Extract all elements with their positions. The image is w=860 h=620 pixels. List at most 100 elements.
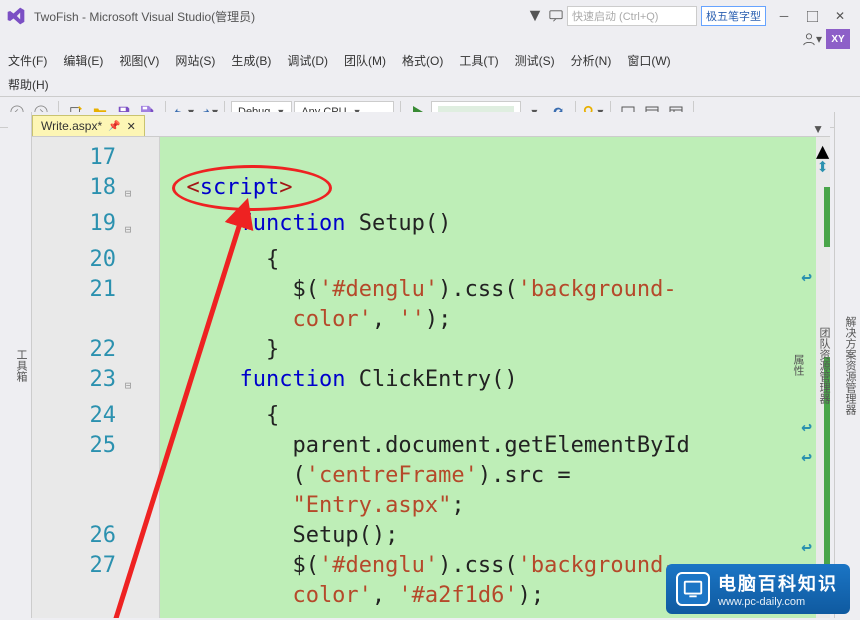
code-line[interactable]: 26 Setup(); (32, 521, 816, 551)
menu-file[interactable]: 文件(F) (8, 52, 47, 69)
fold-icon[interactable] (122, 335, 134, 341)
menu-tools[interactable]: 工具(T) (459, 52, 498, 69)
scroll-up-icon[interactable]: ▲ (816, 139, 828, 151)
code-text[interactable]: parent.document.getElementById (160, 431, 816, 461)
menu-bar: 文件(F) 编辑(E) 视图(V) 网站(S) 生成(B) 调试(D) 团队(M… (0, 48, 860, 72)
menu-edit[interactable]: 编辑(E) (63, 52, 103, 69)
close-button[interactable]: ✕ (827, 7, 853, 25)
code-text[interactable]: <script> (160, 173, 816, 203)
fold-icon[interactable]: ⊟ (122, 173, 134, 209)
line-number: 21 (32, 275, 122, 305)
watermark-url: www.pc-daily.com (718, 596, 838, 608)
document-tab-active[interactable]: Write.aspx* 📌 ✕ (32, 115, 145, 136)
code-line[interactable]: 25 parent.document.getElementById (32, 431, 816, 461)
menu-debug[interactable]: 调试(D) (287, 52, 328, 69)
visual-studio-icon (6, 6, 26, 26)
team-explorer-tab[interactable]: 团队资源管理器 (816, 327, 832, 404)
code-line[interactable]: ('centreFrame').src = (32, 461, 816, 491)
user-badge[interactable]: XY (826, 29, 850, 49)
fold-icon[interactable] (122, 431, 134, 437)
code-line[interactable]: color', ''); (32, 305, 816, 335)
code-line[interactable]: 19⊟ function Setup() (32, 209, 816, 245)
line-number: 20 (32, 245, 122, 275)
code-text[interactable]: ('centreFrame').src = (160, 461, 816, 491)
menu-view[interactable]: 视图(V) (119, 52, 159, 69)
menu-bar-row2: 帮助(H) (0, 72, 860, 96)
watermark-title: 电脑百科知识 (718, 570, 838, 596)
line-number: 23 (32, 365, 122, 395)
right-dock: 解决方案资源管理器 团队资源管理器 属性 (834, 112, 860, 618)
fold-icon[interactable] (122, 461, 134, 467)
line-number: 25 (32, 431, 122, 461)
line-number: 19 (32, 209, 122, 239)
menu-format[interactable]: 格式(O) (402, 52, 443, 69)
fold-icon[interactable] (122, 245, 134, 251)
line-number: 22 (32, 335, 122, 365)
solution-explorer-tab[interactable]: 解决方案资源管理器 (842, 316, 858, 415)
wrap-glyph-icon: ↩ (801, 417, 812, 438)
line-number: 17 (32, 143, 122, 173)
line-number: 18 (32, 173, 122, 203)
fold-icon[interactable] (122, 305, 134, 311)
maximize-button[interactable] (799, 7, 825, 25)
pin-icon[interactable]: 📌 (108, 121, 120, 132)
title-bar: TwoFish - Microsoft Visual Studio(管理员) 快… (0, 0, 860, 30)
fold-icon[interactable] (122, 491, 134, 497)
menu-test[interactable]: 测试(S) (515, 52, 555, 69)
code-text[interactable]: { (160, 245, 816, 275)
fold-icon[interactable]: ⊟ (122, 209, 134, 245)
close-tab-icon[interactable]: ✕ (127, 120, 136, 133)
fold-icon[interactable]: ⊟ (122, 365, 134, 401)
fold-icon[interactable] (122, 581, 134, 587)
line-number: 24 (32, 401, 122, 431)
menu-team[interactable]: 团队(M) (344, 52, 386, 69)
line-number: 26 (32, 521, 122, 551)
properties-tab[interactable]: 属性 (790, 354, 806, 376)
code-line[interactable]: 21 $('#denglu').css('background- (32, 275, 816, 305)
quick-launch-input[interactable]: 快速启动 (Ctrl+Q) (567, 6, 697, 26)
minimize-button[interactable]: ─ (771, 7, 797, 25)
fold-icon[interactable] (122, 275, 134, 281)
wrap-glyph-icon: ↩ (801, 267, 812, 288)
watermark: 电脑百科知识 www.pc-daily.com (666, 564, 850, 614)
fold-icon[interactable] (122, 521, 134, 527)
fold-icon[interactable] (122, 401, 134, 407)
code-text[interactable]: Setup(); (160, 521, 816, 551)
code-text[interactable]: function Setup() (160, 209, 816, 239)
wrap-glyph-icon: ↩ (801, 447, 812, 468)
code-text[interactable]: $('#denglu').css('background- (160, 275, 816, 305)
fold-icon[interactable] (122, 551, 134, 557)
code-text[interactable]: { (160, 401, 816, 431)
document-area: 工具箱 Write.aspx* 📌 ✕ ▼ ▲ ⬍ 1718⊟ <script>… (8, 112, 830, 618)
window-title: TwoFish - Microsoft Visual Studio(管理员) (34, 8, 255, 25)
feedback-icon[interactable] (548, 9, 564, 23)
document-tabs: Write.aspx* 📌 ✕ ▼ (32, 112, 830, 136)
menu-website[interactable]: 网站(S) (175, 52, 215, 69)
account-icon[interactable]: ▾ (802, 29, 822, 49)
menu-build[interactable]: 生成(B) (231, 52, 271, 69)
code-line[interactable]: 17 (32, 143, 816, 173)
wrap-glyph-icon: ↩ (801, 537, 812, 558)
toolbox-panel-tab[interactable]: 工具箱 (8, 112, 32, 618)
code-text[interactable]: function ClickEntry() (160, 365, 816, 395)
ime-indicator[interactable]: 极五笔字型 (701, 6, 766, 26)
tab-overflow-button[interactable]: ▼ (806, 122, 830, 136)
code-line[interactable]: 24 { (32, 401, 816, 431)
code-text[interactable]: color', ''); (160, 305, 816, 335)
menu-analyze[interactable]: 分析(N) (571, 52, 612, 69)
notifications-icon[interactable] (528, 9, 542, 23)
code-line[interactable]: 18⊟ <script> (32, 173, 816, 209)
line-number: 27 (32, 551, 122, 581)
code-line[interactable]: 22 } (32, 335, 816, 365)
menu-window[interactable]: 窗口(W) (627, 52, 670, 69)
code-line[interactable]: 23⊟ function ClickEntry() (32, 365, 816, 401)
code-text[interactable]: } (160, 335, 816, 365)
code-text[interactable]: "Entry.aspx"; (160, 491, 816, 521)
menu-help[interactable]: 帮助(H) (8, 76, 49, 93)
code-line[interactable]: "Entry.aspx"; (32, 491, 816, 521)
split-icon[interactable]: ⬍ (816, 155, 828, 167)
fold-icon[interactable] (122, 143, 134, 149)
watermark-icon (676, 572, 710, 606)
code-line[interactable]: 20 { (32, 245, 816, 275)
code-editor[interactable]: ▲ ⬍ 1718⊟ <script>19⊟ function Setup()20… (32, 136, 830, 618)
